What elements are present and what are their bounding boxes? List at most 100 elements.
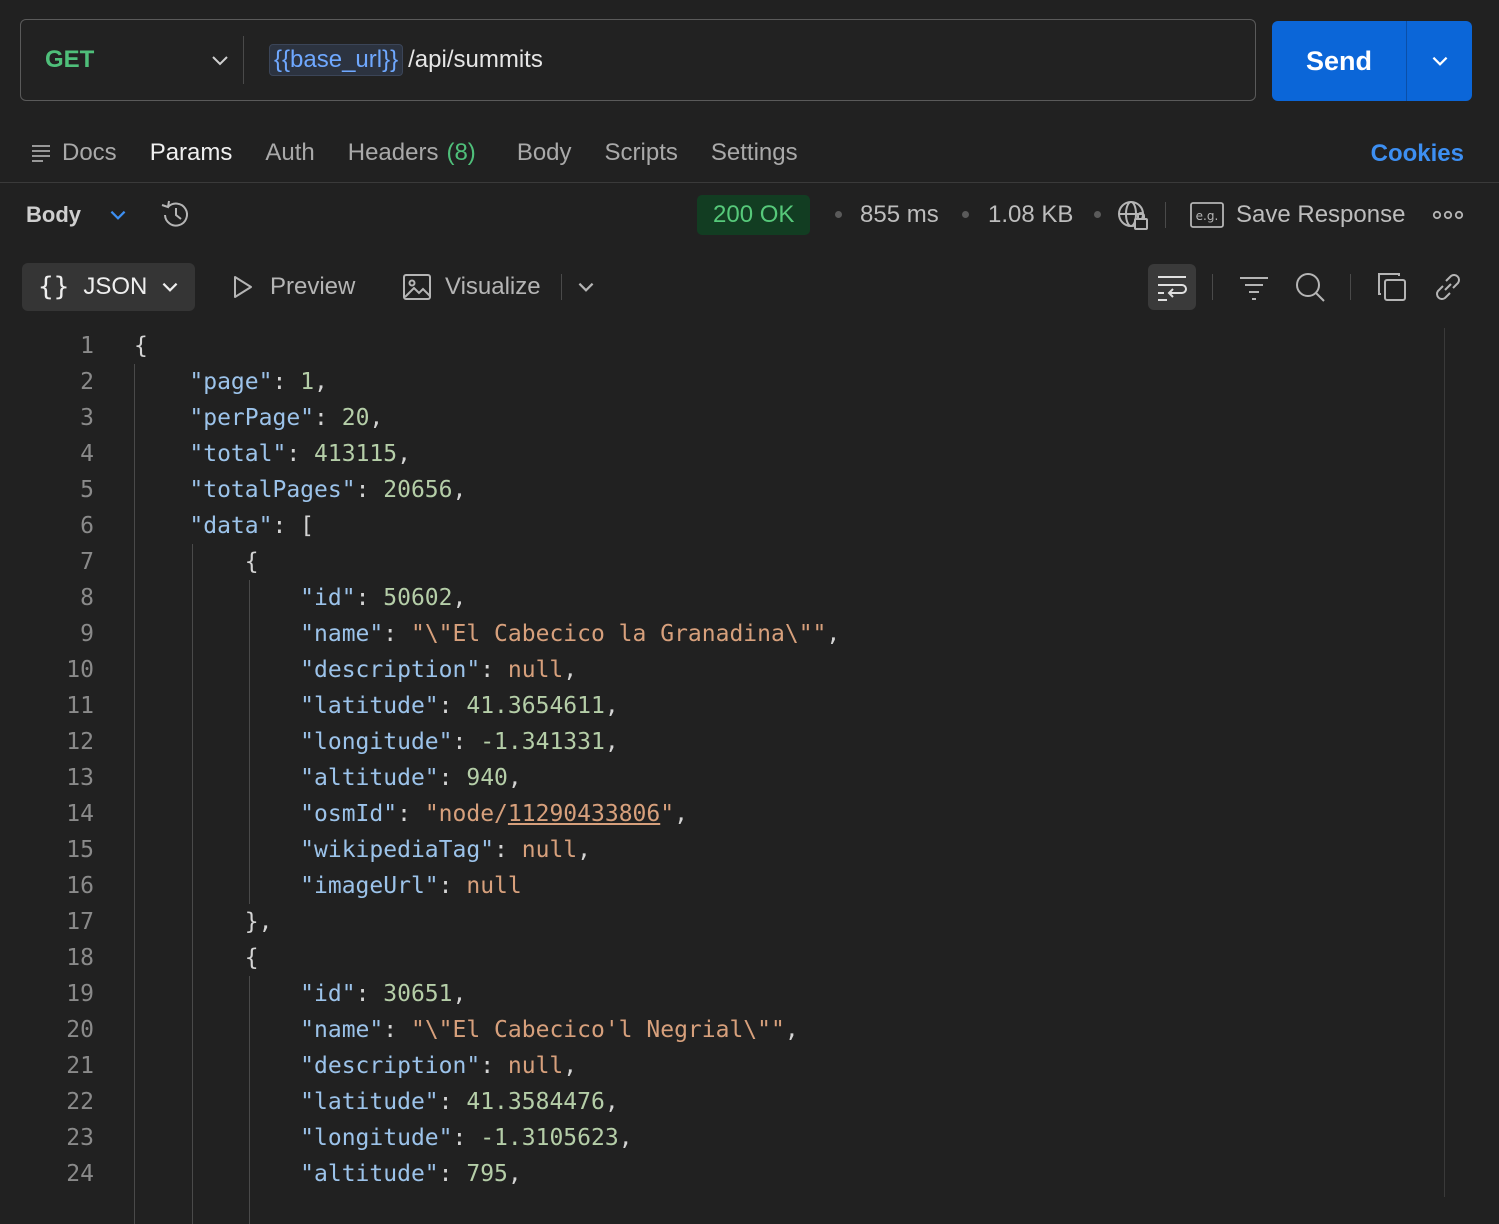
code-line: 17 }, bbox=[0, 904, 1440, 940]
tab-auth[interactable]: Auth bbox=[265, 139, 314, 167]
send-button[interactable]: Send bbox=[1272, 21, 1406, 101]
line-number: 9 bbox=[80, 621, 94, 647]
tab-scripts-label: Scripts bbox=[604, 139, 678, 166]
image-icon bbox=[403, 274, 431, 300]
code-line: 5 "totalPages": 20656, bbox=[0, 472, 1440, 508]
divider bbox=[1212, 274, 1213, 300]
json-value: null bbox=[466, 873, 522, 899]
code-line: 4 "total": 413115, bbox=[0, 436, 1440, 472]
play-icon bbox=[234, 276, 252, 298]
response-time[interactable]: 855 ms bbox=[860, 195, 939, 235]
tab-headers[interactable]: Headers (8) bbox=[348, 139, 476, 167]
code-line: 14 "osmId": "node/11290433806", bbox=[0, 796, 1440, 832]
code-line: 8 "id": 50602, bbox=[0, 580, 1440, 616]
code-line: 2 "page": 1, bbox=[0, 364, 1440, 400]
line-number: 5 bbox=[80, 477, 94, 503]
send-button-group: Send bbox=[1272, 21, 1472, 101]
url-input[interactable]: {{base_url}} /api/summits bbox=[269, 20, 543, 100]
json-value: "\"El Cabecico'l Negrial\"" bbox=[410, 1017, 785, 1043]
tab-docs-label: Docs bbox=[62, 139, 117, 166]
json-value: 41.3584476 bbox=[466, 1089, 605, 1115]
json-value: -1.3105623 bbox=[480, 1125, 619, 1151]
visualize-tab[interactable]: Visualize bbox=[402, 263, 541, 311]
json-value: 50602 bbox=[383, 585, 453, 611]
preview-tab[interactable]: Preview bbox=[230, 263, 355, 311]
network-globe-icon[interactable] bbox=[1116, 199, 1150, 233]
line-number: 21 bbox=[66, 1053, 94, 1079]
json-value: "\"El Cabecico la Granadina\"" bbox=[410, 621, 827, 647]
code-line: 9 "name": "\"El Cabecico la Granadina\""… bbox=[0, 616, 1440, 652]
divider bbox=[1350, 274, 1351, 300]
line-number: 20 bbox=[66, 1017, 94, 1043]
line-number: 4 bbox=[80, 441, 94, 467]
url-bar: GET {{base_url}} /api/summits bbox=[20, 19, 1256, 101]
tab-settings-label: Settings bbox=[710, 139, 798, 166]
cookies-link[interactable]: Cookies bbox=[1371, 140, 1464, 168]
code-line: 6 "data": [ bbox=[0, 508, 1440, 544]
tab-auth-label: Auth bbox=[265, 139, 315, 166]
code-line: 13 "altitude": 940, bbox=[0, 760, 1440, 796]
line-number: 12 bbox=[66, 729, 94, 755]
search-icon[interactable] bbox=[1293, 270, 1327, 304]
save-response-button[interactable]: e.g. Save Response bbox=[1190, 195, 1405, 235]
json-value: 1 bbox=[300, 369, 315, 395]
tab-docs[interactable]: Docs bbox=[30, 139, 117, 167]
wrap-lines-button[interactable] bbox=[1148, 264, 1196, 310]
copy-icon[interactable] bbox=[1375, 270, 1409, 304]
svg-text:e.g.: e.g. bbox=[1196, 209, 1219, 223]
line-number: 3 bbox=[80, 405, 94, 431]
line-number: 11 bbox=[66, 693, 94, 719]
response-size[interactable]: 1.08 KB bbox=[988, 195, 1073, 235]
code-line: 16 "imageUrl": null bbox=[0, 868, 1440, 904]
code-line: 7 { bbox=[0, 544, 1440, 580]
format-select[interactable]: {} JSON bbox=[22, 263, 195, 311]
code-line: 21 "description": null, bbox=[0, 1048, 1440, 1084]
code-line: 18 { bbox=[0, 940, 1440, 976]
code-line: 15 "wikipediaTag": null, bbox=[0, 832, 1440, 868]
history-icon[interactable] bbox=[158, 197, 194, 233]
tab-params[interactable]: Params bbox=[150, 139, 233, 167]
json-value: 20656 bbox=[383, 477, 453, 503]
line-number: 17 bbox=[66, 909, 94, 935]
json-value: 413115 bbox=[314, 441, 398, 467]
method-label: GET bbox=[45, 46, 95, 73]
code-line: 24 "altitude": 795, bbox=[0, 1156, 1440, 1192]
code-line: 22 "latitude": 41.3584476, bbox=[0, 1084, 1440, 1120]
tab-params-label: Params bbox=[149, 139, 233, 166]
separator-dot bbox=[1094, 211, 1101, 218]
tab-settings[interactable]: Settings bbox=[711, 139, 798, 167]
url-variable[interactable]: {{base_url}} bbox=[269, 44, 404, 76]
json-value: null bbox=[507, 657, 564, 683]
divider bbox=[561, 274, 562, 300]
save-response-label: Save Response bbox=[1236, 201, 1406, 228]
wrap-lines-icon bbox=[1158, 276, 1187, 301]
headers-count: (8) bbox=[446, 139, 476, 166]
method-select[interactable]: GET bbox=[45, 20, 235, 100]
chevron-down-icon[interactable] bbox=[575, 276, 597, 298]
filter-icon[interactable] bbox=[1237, 270, 1271, 304]
line-number: 19 bbox=[66, 981, 94, 1007]
response-section-select[interactable]: Body bbox=[26, 192, 129, 238]
tab-scripts[interactable]: Scripts bbox=[605, 139, 678, 167]
format-label: JSON bbox=[83, 273, 148, 300]
send-options-button[interactable] bbox=[1407, 21, 1472, 101]
chevron-down-icon bbox=[1432, 56, 1447, 66]
tab-body[interactable]: Body bbox=[517, 139, 572, 167]
chevron-down-icon bbox=[110, 210, 126, 220]
visualize-label: Visualize bbox=[445, 273, 541, 300]
osm-link[interactable]: 11290433806 bbox=[508, 801, 660, 827]
more-options-icon[interactable] bbox=[1432, 206, 1464, 224]
json-value: null bbox=[507, 1053, 564, 1079]
tab-body-label: Body bbox=[516, 139, 572, 166]
response-body-label: Body bbox=[26, 202, 81, 227]
divider bbox=[0, 182, 1499, 183]
status-badge[interactable]: 200 OK bbox=[697, 195, 811, 235]
code-line: 20 "name": "\"El Cabecico'l Negrial\"", bbox=[0, 1012, 1440, 1048]
scrollbar[interactable] bbox=[1444, 328, 1445, 1197]
response-code-viewer[interactable]: 1{ 2 "page": 1, 3 "perPage": 20, 4 "tota… bbox=[0, 328, 1440, 1224]
line-number: 16 bbox=[66, 873, 94, 899]
docs-icon bbox=[32, 145, 50, 162]
json-value: node/ bbox=[438, 801, 508, 827]
line-number: 8 bbox=[80, 585, 94, 611]
link-icon[interactable] bbox=[1431, 270, 1465, 304]
